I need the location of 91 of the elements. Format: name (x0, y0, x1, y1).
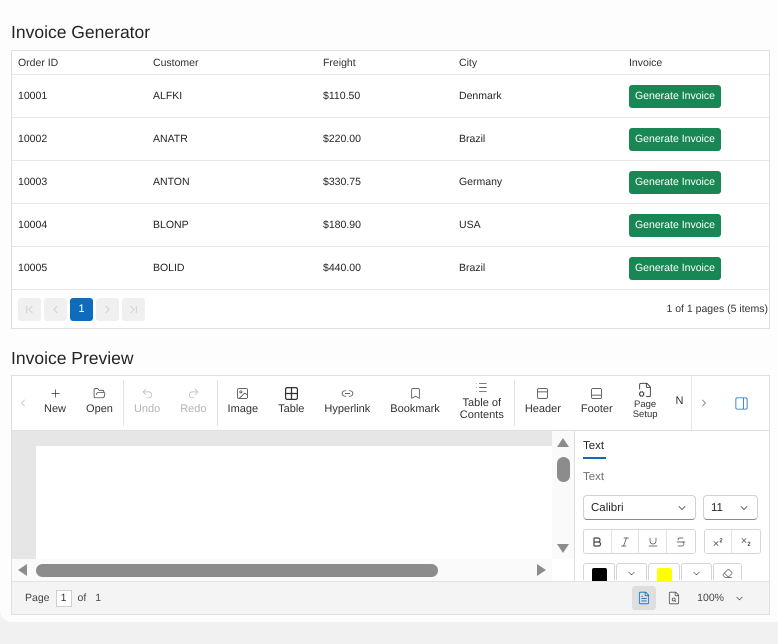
generate-invoice-button[interactable]: Generate Invoice (629, 84, 721, 108)
scroll-right-icon[interactable] (537, 564, 546, 576)
table-cell: BLONP (153, 219, 189, 231)
page-number-button[interactable]: 1 (70, 298, 93, 320)
print-layout-button[interactable] (632, 586, 656, 610)
folder-icon (92, 386, 106, 400)
properties-tab[interactable]: Text (583, 440, 606, 459)
column-header[interactable]: City (459, 56, 478, 68)
of-label: of (78, 592, 86, 604)
bold-icon (591, 536, 604, 548)
page-setup-button[interactable]: Page Setup (622, 376, 668, 430)
color-dropdown-button[interactable] (681, 563, 712, 580)
undo-icon (140, 386, 154, 400)
table-cell: 10003 (18, 176, 48, 188)
page-header-icon (536, 386, 550, 400)
scroll-down-icon[interactable] (557, 544, 569, 553)
table-cell: 10002 (18, 133, 48, 145)
open-button[interactable]: Open (76, 376, 123, 430)
font-family-dropdown[interactable]: Calibri (583, 495, 696, 520)
table-button[interactable]: Table (268, 376, 314, 430)
clear-format-button[interactable] (713, 563, 742, 580)
eraser-icon (722, 568, 733, 579)
table-cell: 10004 (18, 219, 48, 231)
page-label: Page (25, 592, 50, 604)
table-cell: 10001 (18, 90, 48, 102)
table-cell: Germany (459, 176, 502, 188)
new-button[interactable]: New (34, 376, 76, 430)
horizontal-scrollbar[interactable] (12, 559, 552, 581)
strikethrough-icon (674, 536, 687, 548)
document-lines-icon (637, 591, 652, 605)
table-cell: Denmark (459, 90, 502, 102)
scroll-left-icon[interactable] (18, 564, 27, 576)
table-cell: ANTON (153, 176, 190, 188)
superscript-button[interactable] (704, 530, 732, 553)
document-gear-icon (637, 382, 654, 398)
plus-icon (48, 386, 62, 400)
image-icon (236, 386, 250, 400)
table-cell: $220.00 (323, 133, 361, 145)
underline-icon (646, 536, 659, 548)
page-footer-icon (590, 386, 604, 400)
column-header[interactable]: Freight (323, 56, 356, 68)
table-cell: Brazil (459, 133, 486, 145)
subscript-icon (740, 536, 752, 548)
generate-invoice-button[interactable]: Generate Invoice (629, 214, 721, 236)
color-dropdown-button[interactable] (616, 563, 647, 580)
table-cell: $440.00 (323, 262, 361, 274)
side-panel-icon (734, 396, 749, 410)
font-color-button[interactable] (583, 563, 615, 580)
table-cell: Brazil (459, 262, 486, 274)
italic-icon (619, 536, 632, 548)
column-header[interactable]: Invoice (629, 56, 662, 68)
image-button[interactable]: Image (218, 376, 268, 430)
generate-invoice-button[interactable]: Generate Invoice (629, 170, 721, 194)
table-cell: ANATR (153, 133, 188, 145)
bold-button[interactable] (584, 530, 612, 553)
footer-button[interactable]: Footer (570, 376, 623, 430)
page-number-input[interactable]: 1 (56, 590, 72, 606)
column-header[interactable]: Order ID (18, 56, 58, 68)
table-of-contents-button[interactable]: Table of Contents (450, 376, 514, 430)
generate-invoice-button[interactable]: Generate Invoice (629, 128, 721, 150)
font-size-dropdown[interactable]: 11 (703, 495, 758, 520)
pager-summary: 1 of 1 pages (5 items) (666, 303, 768, 315)
scroll-up-icon[interactable] (557, 438, 569, 447)
table-cell: USA (459, 219, 481, 231)
column-header[interactable]: Customer (153, 56, 199, 68)
generate-invoice-button[interactable]: Generate Invoice (629, 256, 721, 280)
section-title: Invoice Preview (11, 347, 134, 369)
document-search-icon (667, 591, 682, 605)
bookmark-button[interactable]: Bookmark (380, 376, 450, 430)
zoom-dropdown[interactable]: 100% (697, 592, 745, 604)
table-cell: ALFKI (153, 90, 182, 102)
section-label: Text (583, 471, 604, 483)
table-icon (284, 386, 298, 400)
section-title: Invoice Generator (11, 21, 150, 43)
highlight-color-button[interactable] (648, 563, 680, 580)
redo-icon (186, 386, 200, 400)
header-button[interactable]: Header (514, 376, 571, 430)
table-cell: $180.90 (323, 219, 361, 231)
table-cell: $110.50 (323, 90, 360, 102)
scrollbar-thumb[interactable] (36, 564, 438, 576)
vertical-scrollbar[interactable] (552, 431, 574, 559)
scrollbar-thumb[interactable] (556, 457, 570, 482)
page-count: 1 (95, 592, 102, 604)
pane-toggle-button[interactable] (734, 396, 749, 410)
hyperlink-button[interactable]: Hyperlink (314, 376, 380, 430)
table-cell: BOLID (153, 262, 185, 274)
superscript-icon (712, 536, 724, 548)
table-cell: $330.75 (323, 176, 361, 188)
toolbar-button[interactable]: N (668, 376, 684, 430)
table-cell: 10005 (18, 262, 48, 274)
bookmark-icon (408, 386, 422, 400)
